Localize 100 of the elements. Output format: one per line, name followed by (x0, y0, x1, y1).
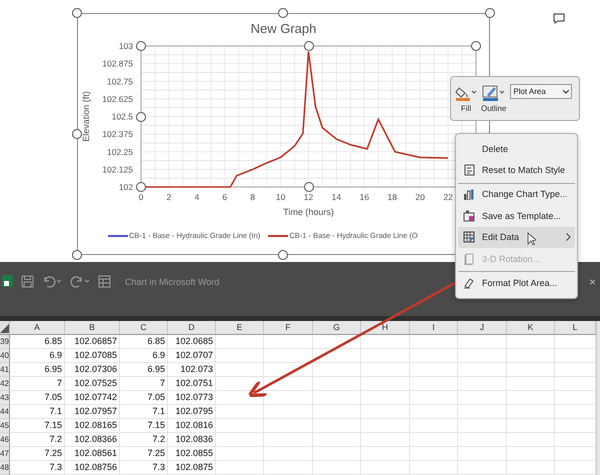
empty-cell (361, 433, 410, 447)
empty-cell (216, 461, 264, 475)
table-cell: 102.0836 (168, 433, 216, 447)
empty-cell (410, 405, 458, 419)
empty-cell (264, 349, 313, 363)
menu-item[interactable]: Change Chart Type... (458, 182, 575, 206)
row-header[interactable]: 47 (0, 447, 10, 461)
table-cell: 7.05 (120, 391, 168, 405)
menu-item[interactable]: Save as Template... (458, 205, 575, 227)
empty-cell (264, 447, 313, 461)
y-tick-label: 102.625 (102, 94, 133, 104)
fill-button[interactable]: Fill (455, 84, 477, 112)
column-header[interactable]: J (458, 321, 507, 335)
column-header[interactable]: I (410, 321, 458, 335)
table-cell: 6.85 (120, 335, 168, 349)
chart-element-select[interactable]: Plot Area (510, 84, 572, 99)
empty-cell (313, 433, 361, 447)
table-cell: 7.2 (120, 433, 168, 447)
empty-cell (507, 391, 555, 405)
y-tick-label: 102.25 (107, 146, 133, 157)
x-tick-label: 6 (222, 192, 228, 202)
x-tick-label: 12 (304, 192, 314, 202)
empty-cell (410, 335, 458, 349)
empty-cell (361, 377, 410, 391)
column-header[interactable]: E (216, 321, 264, 335)
row-header[interactable]: 39 (0, 335, 10, 349)
resize-handle[interactable] (72, 250, 82, 260)
save-icon[interactable] (21, 275, 34, 288)
column-header[interactable]: G (313, 321, 361, 335)
menu-item[interactable]: Delete (458, 138, 575, 160)
row-header[interactable]: 40 (0, 349, 10, 363)
table-cell: 102.08366 (65, 433, 120, 447)
y-tick-label: 102.375 (102, 129, 133, 140)
select-all-corner[interactable] (0, 321, 10, 335)
table-cell: 6.9 (10, 349, 65, 363)
empty-cell (507, 461, 555, 475)
column-header[interactable]: D (168, 321, 216, 335)
table-cell: 7.1 (120, 405, 168, 419)
menu-item[interactable]: Edit Data (458, 226, 575, 248)
row-header[interactable]: 43 (0, 391, 10, 405)
empty-cell (507, 363, 555, 377)
row-header[interactable]: 48 (0, 461, 10, 475)
x-tick-label: 22 (443, 192, 453, 202)
menu-item[interactable]: Reset to Match Style (458, 159, 575, 181)
close-icon[interactable]: × (588, 275, 596, 289)
table-cell: 7.05 (10, 391, 65, 405)
table-cell: 102.0816 (168, 419, 216, 433)
rotation-icon (464, 252, 474, 265)
table-cell: 102.08561 (65, 447, 120, 461)
y-tick-label: 102.125 (102, 164, 133, 174)
resize-handle[interactable] (72, 129, 82, 139)
row-header[interactable]: 42 (0, 377, 10, 391)
table-cell: 102.0875 (168, 461, 216, 475)
empty-cell (458, 391, 507, 405)
empty-cell (264, 377, 313, 391)
empty-cell (264, 335, 313, 349)
empty-cell (216, 433, 264, 447)
table-cell: 7.25 (10, 447, 65, 461)
resize-handle[interactable] (278, 8, 288, 18)
row-header[interactable]: 46 (0, 433, 10, 447)
table-icon[interactable] (98, 275, 111, 288)
empty-cell (313, 335, 361, 349)
resize-handle[interactable] (72, 8, 82, 18)
empty-cell (313, 405, 361, 419)
empty-cell (216, 447, 264, 461)
table-cell: 102.0707 (168, 349, 216, 363)
resize-handle[interactable] (278, 250, 288, 260)
empty-cell (361, 363, 410, 377)
row-header[interactable]: 41 (0, 363, 10, 377)
empty-cell (313, 419, 361, 433)
column-header[interactable]: F (264, 321, 313, 335)
empty-cell (507, 405, 555, 419)
y-tick-label: 102 (118, 182, 133, 192)
table-cell: 7.15 (10, 419, 65, 433)
column-header[interactable]: K (507, 321, 555, 335)
empty-cell (313, 447, 361, 461)
empty-cell (264, 419, 313, 433)
table-cell: 7.3 (10, 461, 65, 475)
empty-cell (361, 419, 410, 433)
undo-icon[interactable] (42, 275, 62, 288)
table-cell: 102.073 (168, 363, 216, 377)
column-header[interactable]: C (120, 321, 168, 335)
column-header[interactable]: B (65, 321, 120, 335)
chart-title: New Graph (250, 21, 316, 37)
table-cell: 102.07085 (65, 349, 120, 363)
row-header[interactable]: 44 (0, 405, 10, 419)
comment-icon[interactable] (553, 13, 565, 24)
empty-cell (410, 377, 458, 391)
outline-button[interactable]: Outline (481, 84, 506, 112)
resize-handle[interactable] (485, 8, 495, 18)
empty-cell (313, 377, 361, 391)
column-header[interactable]: L (555, 321, 596, 335)
redo-icon[interactable] (70, 275, 90, 288)
column-header[interactable]: A (10, 321, 65, 335)
paint-bucket-icon (455, 84, 477, 100)
table-edit-icon (463, 231, 475, 244)
row-header[interactable]: 45 (0, 419, 10, 433)
table-cell: 7 (10, 377, 65, 391)
menu-item[interactable]: Format Plot Area... (458, 271, 575, 294)
table-cell: 6.9 (120, 349, 168, 363)
